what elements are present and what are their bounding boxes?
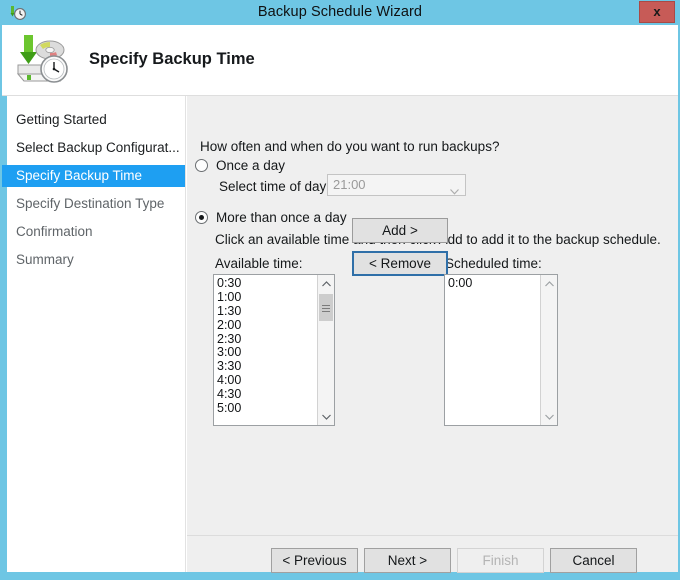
list-item[interactable]: 5:00 <box>217 401 318 416</box>
backup-schedule-wizard-window: Backup Schedule Wizard x Specify Backup … <box>0 0 680 580</box>
scheduled-time-scrollbar[interactable] <box>540 275 557 425</box>
next-button[interactable]: Next > <box>364 548 451 573</box>
scheduled-time-items: 0:00 <box>445 275 549 291</box>
add-button[interactable]: Add > <box>352 218 448 243</box>
remove-button[interactable]: < Remove <box>352 251 448 276</box>
sidebar-item-confirmation[interactable]: Confirmation <box>2 221 185 243</box>
radio-more-than-once-a-day-label[interactable]: More than once a day <box>216 210 347 225</box>
list-item[interactable]: 1:30 <box>217 304 318 319</box>
scroll-up-icon[interactable] <box>318 275 334 292</box>
wizard-footer: < Previous Next > Finish Cancel <box>187 537 678 573</box>
previous-button[interactable]: < Previous <box>271 548 358 573</box>
available-time-label: Available time: <box>215 256 303 271</box>
list-item[interactable]: 2:30 <box>217 332 318 347</box>
list-item[interactable]: 0:00 <box>448 276 549 291</box>
radio-more-than-once-a-day[interactable] <box>195 211 208 224</box>
list-item[interactable]: 4:30 <box>217 387 318 402</box>
wizard-step-sidebar: Getting Started Select Backup Configurat… <box>2 96 186 572</box>
wizard-banner: Specify Backup Time <box>2 25 678 96</box>
sidebar-item-getting-started[interactable]: Getting Started <box>2 109 185 131</box>
chevron-down-icon <box>450 182 459 195</box>
page-title: Specify Backup Time <box>89 50 255 68</box>
scrollbar-thumb[interactable] <box>319 294 333 321</box>
available-time-scrollbar[interactable] <box>317 275 334 425</box>
available-time-listbox[interactable]: 0:30 1:00 1:30 2:00 2:30 3:00 3:30 4:00 … <box>213 274 335 426</box>
list-item[interactable]: 2:00 <box>217 318 318 333</box>
window-title: Backup Schedule Wizard <box>257 4 423 20</box>
window-body: Specify Backup Time Getting Started Sele… <box>2 25 678 573</box>
cancel-button[interactable]: Cancel <box>550 548 637 573</box>
time-of-day-value: 21:00 <box>333 177 366 192</box>
radio-once-a-day[interactable] <box>195 159 208 172</box>
scheduled-time-label: Scheduled time: <box>445 256 542 271</box>
radio-once-a-day-label[interactable]: Once a day <box>216 158 285 173</box>
select-time-of-day-label: Select time of day: <box>219 179 331 194</box>
list-item[interactable]: 1:00 <box>217 290 318 305</box>
time-of-day-dropdown[interactable]: 21:00 <box>327 174 466 196</box>
scroll-down-icon[interactable] <box>318 408 334 425</box>
scroll-up-icon[interactable] <box>541 275 557 292</box>
main-content-panel: How often and when do you want to run ba… <box>187 96 678 573</box>
title-bar: Backup Schedule Wizard x <box>0 0 680 28</box>
available-time-items: 0:30 1:00 1:30 2:00 2:30 3:00 3:30 4:00 … <box>214 275 318 416</box>
list-item[interactable]: 3:00 <box>217 346 318 360</box>
backup-disk-clock-icon <box>10 31 74 89</box>
finish-button: Finish <box>457 548 544 573</box>
sidebar-item-select-backup-configuration[interactable]: Select Backup Configurat... <box>2 137 185 159</box>
question-text: How often and when do you want to run ba… <box>200 139 500 154</box>
sidebar-item-summary[interactable]: Summary <box>2 249 185 271</box>
list-item[interactable]: 3:30 <box>217 359 318 374</box>
list-item[interactable]: 0:30 <box>217 276 318 291</box>
scheduled-time-listbox[interactable]: 0:00 <box>444 274 558 426</box>
main-content-inner: How often and when do you want to run ba… <box>187 96 678 536</box>
list-item[interactable]: 4:00 <box>217 373 318 388</box>
scroll-down-icon[interactable] <box>541 408 557 425</box>
sidebar-item-specify-destination-type[interactable]: Specify Destination Type <box>2 193 185 215</box>
close-button[interactable]: x <box>639 1 675 23</box>
wizard-step-list: Getting Started Select Backup Configurat… <box>2 109 185 271</box>
sidebar-item-specify-backup-time[interactable]: Specify Backup Time <box>2 165 185 187</box>
